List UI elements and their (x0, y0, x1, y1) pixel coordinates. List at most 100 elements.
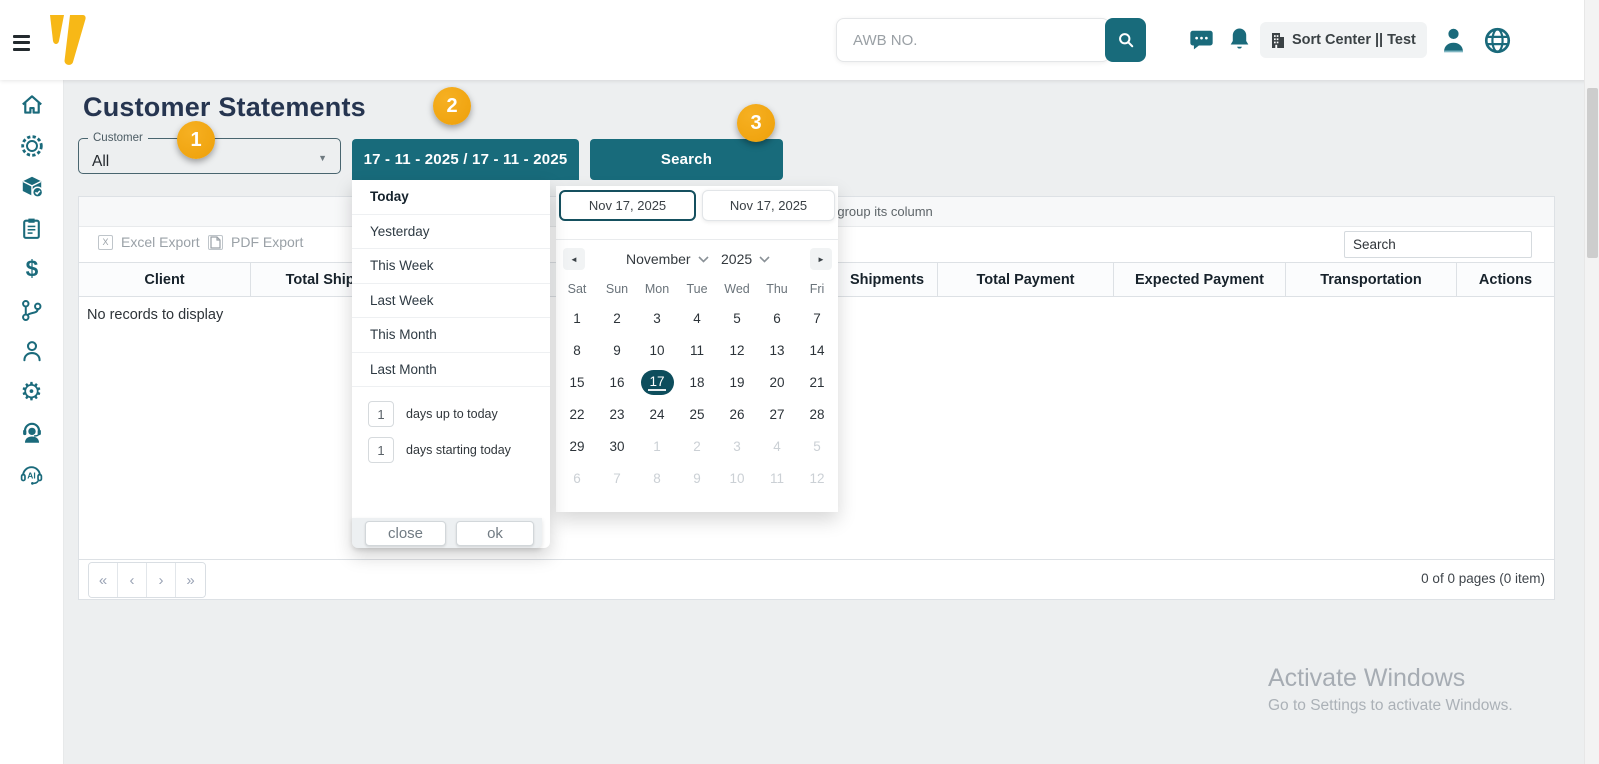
prev-page-button[interactable]: ‹ (118, 563, 147, 597)
start-date-input[interactable]: Nov 17, 2025 (559, 190, 696, 221)
ok-button[interactable]: ok (456, 521, 534, 546)
day-cell[interactable]: 16 (597, 366, 637, 398)
day-cell[interactable]: 22 (557, 398, 597, 430)
support-agent-icon[interactable] (18, 419, 46, 447)
day-cell[interactable]: 4 (677, 302, 717, 334)
preset-item[interactable]: This Month (352, 318, 550, 353)
day-cell[interactable]: 30 (597, 430, 637, 462)
day-cell[interactable]: 23 (597, 398, 637, 430)
dollar-icon[interactable]: $ (18, 255, 46, 283)
close-button[interactable]: close (365, 521, 446, 546)
page-scrollbar[interactable] (1584, 0, 1599, 764)
next-month-icon[interactable]: ► (810, 248, 832, 270)
column-header[interactable]: Actions (1457, 263, 1554, 296)
excel-export-button[interactable]: X Excel Export (98, 234, 200, 250)
day-cell[interactable]: 8 (637, 462, 677, 494)
day-cell[interactable]: 19 (717, 366, 757, 398)
day-cell[interactable]: 26 (717, 398, 757, 430)
day-cell[interactable]: 5 (717, 302, 757, 334)
preset-item[interactable]: Today (352, 180, 550, 215)
prev-month-icon[interactable]: ◄ (563, 248, 585, 270)
day-cell[interactable]: 3 (637, 302, 677, 334)
end-date-input[interactable]: Nov 17, 2025 (702, 190, 835, 221)
gear-badge-icon[interactable] (18, 132, 46, 160)
day-cell[interactable]: 2 (677, 430, 717, 462)
preset-item[interactable]: Yesterday (352, 215, 550, 250)
settings-gear-icon[interactable]: ⚙ (18, 378, 46, 406)
day-cell[interactable]: 8 (557, 334, 597, 366)
last-page-button[interactable]: » (176, 563, 205, 597)
day-cell[interactable]: 18 (677, 366, 717, 398)
preset-item[interactable]: This Week (352, 249, 550, 284)
day-cell[interactable]: 4 (757, 430, 797, 462)
day-cell[interactable]: 7 (797, 302, 837, 334)
next-page-button[interactable]: › (147, 563, 176, 597)
column-header[interactable]: Expected Payment (1114, 263, 1286, 296)
pdf-export-label: PDF Export (231, 234, 303, 250)
branch-icon[interactable] (18, 296, 46, 324)
day-cell[interactable]: 2 (597, 302, 637, 334)
grid-search-input[interactable] (1345, 237, 1538, 252)
awb-search-button[interactable] (1105, 18, 1146, 62)
awb-input[interactable] (836, 18, 1110, 62)
column-header[interactable]: Shipments (837, 263, 938, 296)
day-cell-selected[interactable]: 17 (637, 366, 677, 398)
sort-center-badge[interactable]: Sort Center || Test (1260, 22, 1427, 58)
preset-item[interactable]: Last Month (352, 353, 550, 388)
ai-headset-icon[interactable]: AI (18, 460, 46, 488)
day-cell[interactable]: 11 (677, 334, 717, 366)
column-header[interactable]: Client (79, 263, 251, 296)
day-cell[interactable]: 5 (797, 430, 837, 462)
days-up-input[interactable]: 1 (368, 401, 394, 427)
day-cell[interactable]: 1 (557, 302, 597, 334)
day-cell[interactable]: 29 (557, 430, 597, 462)
user-icon[interactable] (1440, 25, 1467, 55)
grid-search-box (1344, 231, 1532, 258)
menu-icon[interactable] (13, 35, 30, 52)
day-cell[interactable]: 21 (797, 366, 837, 398)
clipboard-icon[interactable] (18, 214, 46, 242)
day-cell[interactable]: 3 (717, 430, 757, 462)
day-cell[interactable]: 15 (557, 366, 597, 398)
day-cell[interactable]: 20 (757, 366, 797, 398)
day-cell[interactable]: 6 (557, 462, 597, 494)
day-cell[interactable]: 10 (637, 334, 677, 366)
chat-icon[interactable] (1188, 27, 1215, 53)
column-header[interactable]: Transportation (1286, 263, 1457, 296)
scrollbar-thumb[interactable] (1587, 88, 1598, 258)
column-header[interactable]: Total Payment (938, 263, 1114, 296)
day-cell[interactable]: 14 (797, 334, 837, 366)
preset-item[interactable]: Last Week (352, 284, 550, 319)
globe-icon[interactable] (1483, 26, 1512, 55)
bell-icon[interactable] (1228, 26, 1251, 53)
days-start-input[interactable]: 1 (368, 437, 394, 463)
day-cell[interactable]: 10 (717, 462, 757, 494)
day-cell[interactable]: 24 (637, 398, 677, 430)
home-icon[interactable] (18, 91, 46, 119)
days-up-label: days up to today (406, 407, 498, 421)
year-select[interactable]: 2025 (721, 248, 770, 270)
page-title: Customer Statements (83, 92, 366, 123)
person-icon[interactable] (18, 337, 46, 365)
month-select[interactable]: November (626, 248, 709, 270)
first-page-button[interactable]: « (89, 563, 118, 597)
day-cell[interactable]: 25 (677, 398, 717, 430)
day-cell[interactable]: 27 (757, 398, 797, 430)
day-cell[interactable]: 9 (597, 334, 637, 366)
brand-logo[interactable] (46, 12, 90, 68)
customer-select-label: Customer (88, 132, 148, 144)
day-cell[interactable]: 6 (757, 302, 797, 334)
date-range-button[interactable]: 17 - 11 - 2025 / 17 - 11 - 2025 (352, 139, 579, 180)
day-cell[interactable]: 11 (757, 462, 797, 494)
pdf-export-button[interactable]: PDF Export (208, 234, 303, 250)
search-button[interactable]: Search (590, 139, 783, 180)
day-cell[interactable]: 1 (637, 430, 677, 462)
day-cell[interactable]: 7 (597, 462, 637, 494)
day-cell[interactable]: 28 (797, 398, 837, 430)
day-cell[interactable]: 13 (757, 334, 797, 366)
package-check-icon[interactable] (18, 173, 46, 201)
day-cell[interactable]: 12 (797, 462, 837, 494)
day-cell[interactable]: 12 (717, 334, 757, 366)
weekday-label: Wed (717, 282, 757, 296)
day-cell[interactable]: 9 (677, 462, 717, 494)
